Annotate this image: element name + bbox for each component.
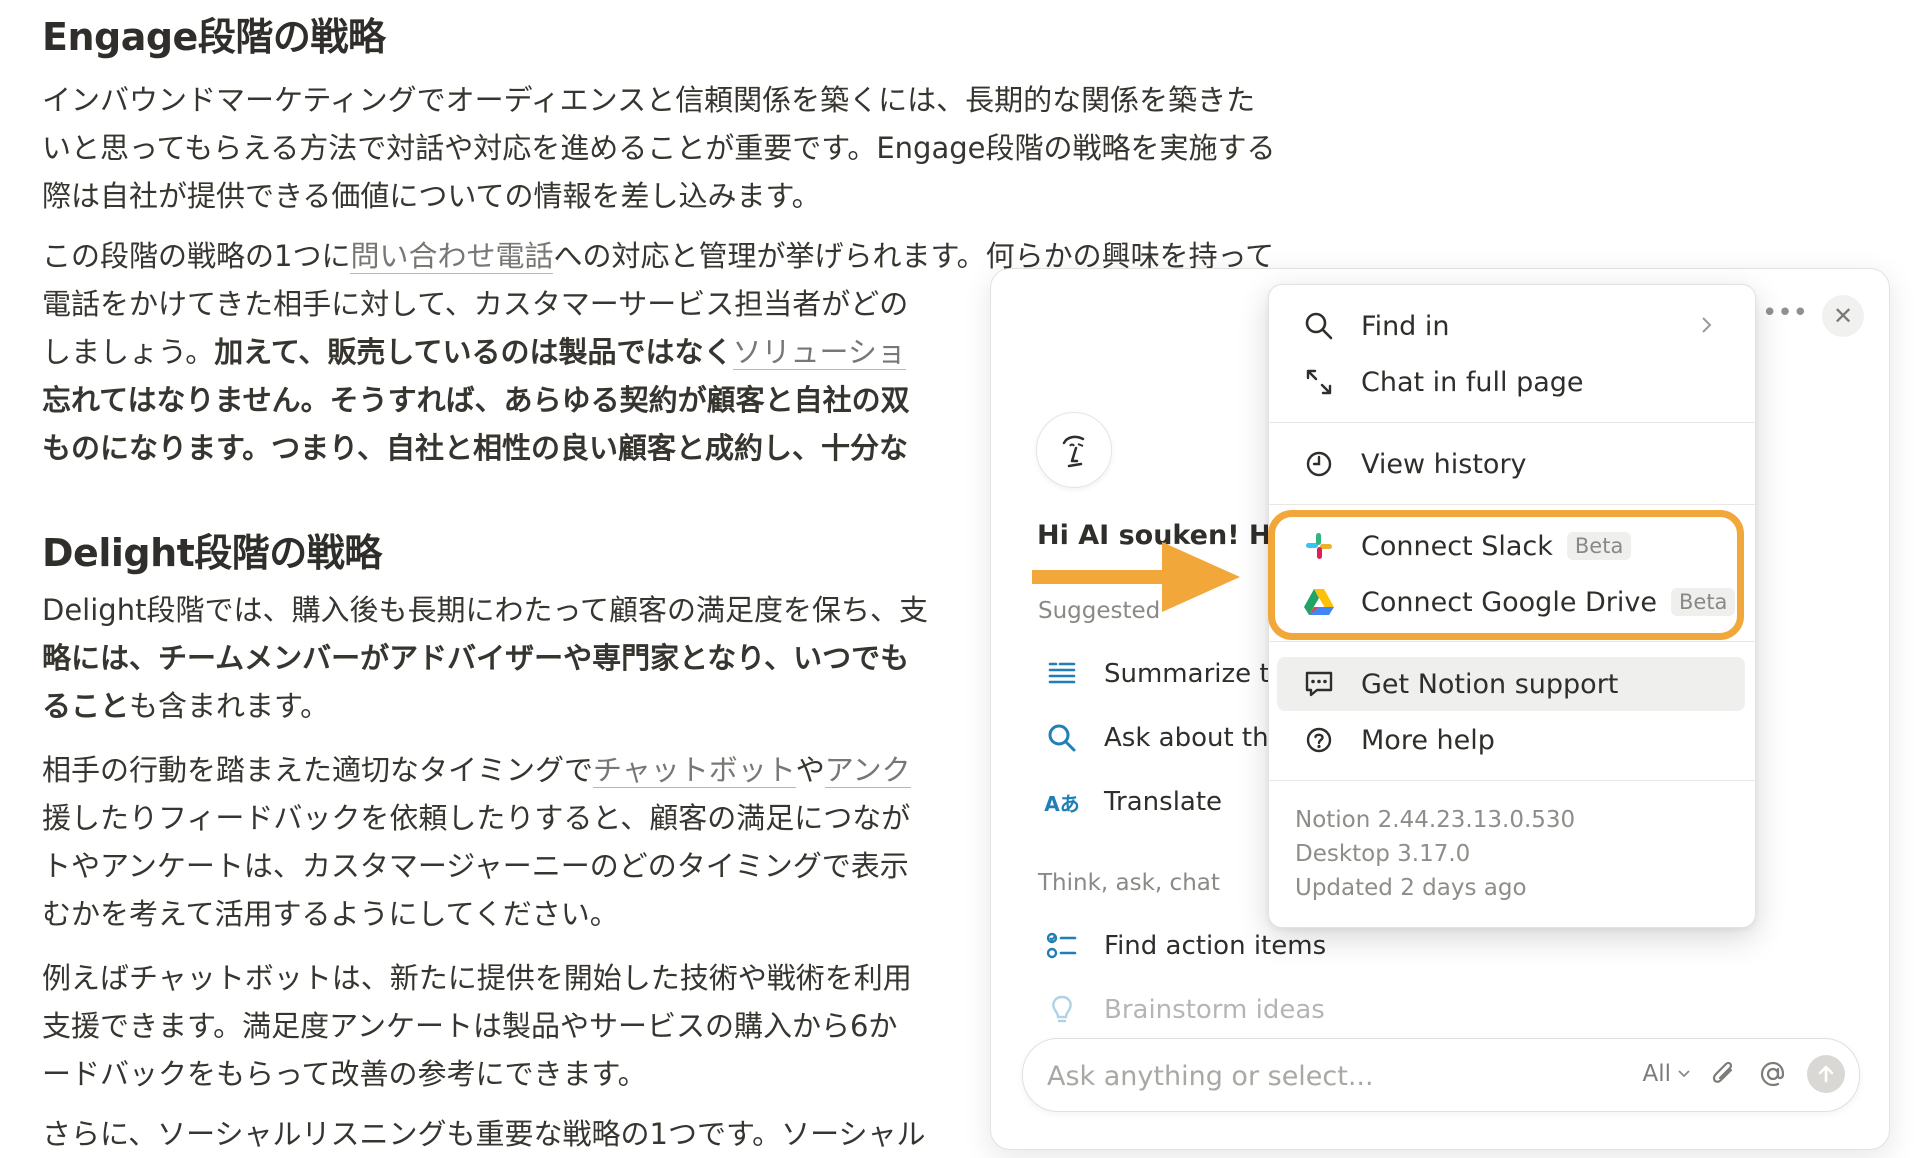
suggestion-label: Translate [1104, 787, 1223, 817]
text-line: むかを考えて活用するようにしてください。 [42, 897, 619, 931]
text-segment: この段階の戦略の1つに [42, 239, 351, 273]
text-line: Delight段階では、購入後も長期にわたって顧客の満足度を保ち、支 [42, 593, 928, 627]
version-text: Notion 2.44.23.13.0.530 [1295, 807, 1576, 833]
suggestion-summarize[interactable]: Summarize th [1044, 656, 1286, 692]
bold-text: ものになります。つまり、自社と相性の良い顧客と成約し、十分な [42, 431, 908, 465]
send-button[interactable] [1807, 1055, 1845, 1093]
text-line: 電話をかけてきた相手に対して、カスタマーサービス担当者がどの [42, 287, 909, 321]
menu-divider [1269, 422, 1755, 423]
text-line: さらに、ソーシャルリスニングも重要な戦略の1つです。ソーシャル [42, 1117, 926, 1151]
more-options-button[interactable]: ••• [1762, 298, 1808, 328]
menu-item-label: View history [1361, 448, 1527, 480]
updated-text: Updated 2 days ago [1295, 875, 1527, 901]
annotation-arrow-icon [1032, 542, 1240, 612]
think-ask-chat-label: Think, ask, chat [1038, 870, 1220, 896]
search-icon [1044, 720, 1080, 756]
menu-divider [1269, 504, 1755, 505]
text-line: インバウンドマーケティングでオーディエンスと信頼関係を築くには、長期的な関係を築… [42, 83, 1256, 117]
text-line: 例えばチャットボットは、新たに提供を開始した技術や戦術を利用 [42, 961, 912, 995]
arrow-up-icon [1818, 1065, 1834, 1083]
search-icon [1301, 308, 1337, 344]
bold-text: 加えて、販売しているのは製品ではなく [214, 335, 733, 369]
desktop-version-text: Desktop 3.17.0 [1295, 841, 1471, 867]
scope-selector-label: All [1642, 1061, 1671, 1087]
input-toolbar: All [1642, 1055, 1845, 1093]
text-line: 支援できます。満足度アンケートは製品やサービスの購入から6か [42, 1009, 898, 1043]
link-chatbot[interactable]: チャットボット [593, 753, 796, 788]
suggestion-find-action-items[interactable]: Find action items [1044, 928, 1326, 964]
heading-engage: Engage段階の戦略 [42, 15, 386, 59]
menu-divider [1269, 641, 1755, 642]
close-button[interactable]: ✕ [1822, 295, 1864, 337]
scope-selector[interactable]: All [1642, 1061, 1691, 1087]
ask-ai-input[interactable] [1045, 1053, 1569, 1099]
menu-item-label: More help [1361, 724, 1495, 756]
question-circle-icon [1301, 722, 1337, 758]
suggestion-label: Find action items [1104, 931, 1327, 961]
text-segment: や [795, 753, 825, 787]
suggestion-brainstorm[interactable]: Brainstorm ideas [1044, 992, 1325, 1028]
link-solution[interactable]: ソリューショ [732, 335, 906, 370]
chevron-down-icon [1678, 1070, 1690, 1078]
notion-ai-face-icon [1062, 435, 1085, 468]
menu-item-more-help[interactable]: More help [1277, 713, 1745, 767]
chat-bubble-icon [1301, 666, 1337, 702]
text-line: ードバックをもらって改善の参考にできます。 [42, 1057, 647, 1091]
expand-icon [1301, 364, 1337, 400]
mention-icon[interactable] [1757, 1058, 1789, 1090]
menu-item-view-history[interactable]: View history [1277, 437, 1745, 491]
bold-text: 略には、チームメンバーがアドバイザーや専門家となり、いつでも [42, 641, 910, 675]
text-segment: 相手の行動を踏まえた適切なタイミングで [42, 753, 594, 787]
text-line: 際は自社が提供できる価値についての情報を差し込みます。 [42, 179, 821, 213]
menu-item-label: Get Notion support [1361, 668, 1619, 700]
bold-text: 忘れてはなりません。そうすれば、あらゆる契約が顧客と自社の双 [42, 383, 910, 417]
menu-item-chat-full-page[interactable]: Chat in full page [1277, 355, 1745, 409]
text-segment: も含まれます。 [129, 689, 330, 723]
ai-input-box: All [1022, 1038, 1860, 1112]
heading-delight: Delight段階の戦略 [42, 531, 382, 575]
bold-text: ること [42, 689, 130, 723]
menu-item-label: Find in [1361, 310, 1450, 342]
translate-icon: Aあ [1044, 791, 1080, 816]
menu-item-label: Chat in full page [1361, 366, 1584, 398]
summarize-icon [1044, 656, 1080, 692]
checklist-icon [1044, 928, 1080, 964]
text-line: いと思ってもらえる方法で対話や対応を進めることが重要です。Engage段階の戦略… [42, 131, 1276, 165]
menu-item-notion-support[interactable]: Get Notion support [1277, 657, 1745, 711]
attachment-icon[interactable] [1709, 1058, 1739, 1090]
notion-ai-avatar [1036, 412, 1112, 488]
text-segment: しましょう。 [42, 335, 215, 369]
menu-divider [1269, 780, 1755, 781]
chevron-right-icon [1702, 317, 1712, 333]
link-inquiry-phone[interactable]: 問い合わせ電話 [350, 239, 554, 274]
clock-icon [1301, 446, 1337, 482]
text-line: 援したりフィードバックを依頼したりすると、顧客の満足につなが [42, 801, 911, 835]
link-survey[interactable]: アンク [824, 753, 911, 788]
suggestion-label: Brainstorm ideas [1104, 995, 1325, 1025]
paragraph-engage-1: インバウンドマーケティングでオーディエンスと信頼関係を築くには、長期的な関係を築… [42, 76, 1422, 220]
text-line: トやアンケートは、カスタマージャーニーのどのタイミングで表示 [42, 849, 909, 883]
suggestion-label: Summarize th [1104, 659, 1287, 689]
menu-item-find-in[interactable]: Find in [1277, 299, 1745, 353]
suggestion-label: Ask about this [1104, 723, 1290, 753]
suggestion-translate[interactable]: Aあ Translate [1044, 784, 1222, 820]
lightbulb-icon [1044, 992, 1080, 1028]
connector-highlight-box [1268, 510, 1744, 640]
suggestion-ask[interactable]: Ask about this [1044, 720, 1289, 756]
